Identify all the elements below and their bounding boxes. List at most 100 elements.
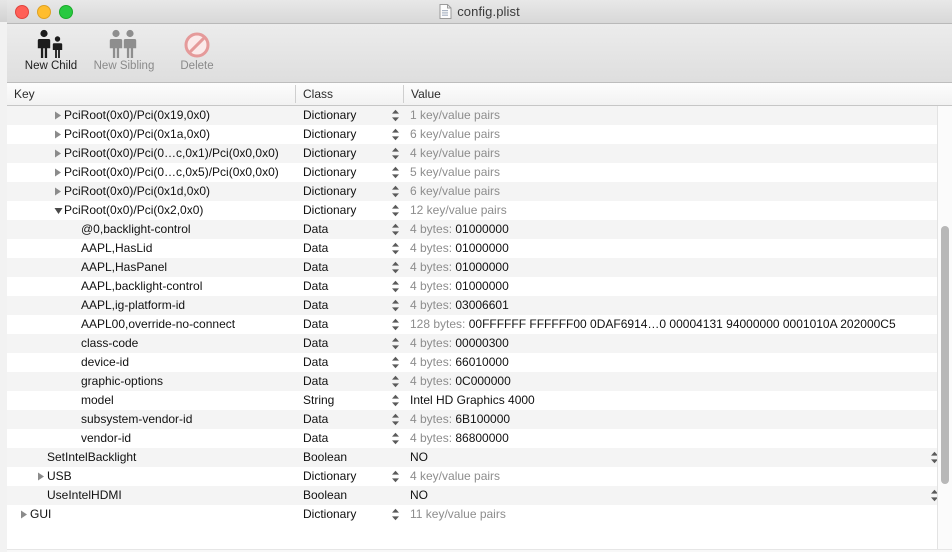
row-key-cell[interactable]: graphic-options: [7, 372, 295, 391]
table-row[interactable]: device-id Data 4 bytes: 66010000: [7, 353, 952, 372]
row-key-cell[interactable]: PciRoot(0x0)/Pci(0…c,0x5)/Pci(0x0,0x0): [7, 163, 295, 182]
table-row[interactable]: PciRoot(0x0)/Pci(0…c,0x5)/Pci(0x0,0x0) Di…: [7, 163, 952, 182]
chevron-right-icon[interactable]: [53, 182, 63, 201]
table-row[interactable]: PciRoot(0x0)/Pci(0…c,0x1)/Pci(0x0,0x0) Di…: [7, 144, 952, 163]
table-row[interactable]: USB Dictionary 4 key/value pairs: [7, 467, 952, 486]
value-stepper[interactable]: [390, 163, 401, 182]
value-stepper[interactable]: [390, 391, 401, 410]
table-row[interactable]: AAPL,HasPanel Data 4 bytes: 01000000: [7, 258, 952, 277]
row-value-cell[interactable]: Intel HD Graphics 4000: [410, 391, 535, 410]
table-row[interactable]: SetIntelBacklight Boolean NO: [7, 448, 952, 467]
value-stepper[interactable]: [390, 258, 401, 277]
chevron-right-icon[interactable]: [53, 125, 63, 144]
row-class-label[interactable]: Data: [303, 315, 328, 334]
row-value-cell[interactable]: 4 bytes: 01000000: [410, 220, 509, 239]
row-key-cell[interactable]: model: [7, 391, 295, 410]
row-key-cell[interactable]: USB: [7, 467, 295, 486]
row-class-label[interactable]: Dictionary: [303, 201, 356, 220]
value-stepper[interactable]: [390, 144, 401, 163]
row-key-cell[interactable]: AAPL,HasPanel: [7, 258, 295, 277]
value-stepper[interactable]: [390, 106, 401, 125]
table-row[interactable]: model String Intel HD Graphics 4000: [7, 391, 952, 410]
row-class-label[interactable]: Dictionary: [303, 505, 356, 524]
row-value-cell[interactable]: 4 bytes: 6B100000: [410, 410, 510, 429]
row-key-cell[interactable]: PciRoot(0x0)/Pci(0x19,0x0): [7, 106, 295, 125]
row-value-cell[interactable]: NO: [410, 448, 428, 467]
value-stepper[interactable]: [390, 125, 401, 144]
row-value-cell[interactable]: 4 key/value pairs: [410, 144, 500, 163]
row-class-label[interactable]: Data: [303, 296, 328, 315]
row-class-label[interactable]: String: [303, 391, 334, 410]
row-key-cell[interactable]: GUI: [7, 505, 295, 524]
row-key-cell[interactable]: PciRoot(0x0)/Pci(0x1a,0x0): [7, 125, 295, 144]
row-key-cell[interactable]: PciRoot(0x0)/Pci(0x2,0x0): [7, 201, 295, 220]
row-key-cell[interactable]: subsystem-vendor-id: [7, 410, 295, 429]
row-value-cell[interactable]: 4 bytes: 00000300: [410, 334, 509, 353]
value-stepper[interactable]: [390, 220, 401, 239]
row-value-cell[interactable]: 4 bytes: 86800000: [410, 429, 509, 448]
row-value-cell[interactable]: 5 key/value pairs: [410, 163, 500, 182]
table-row[interactable]: PciRoot(0x0)/Pci(0x2,0x0) Dictionary 12 ke…: [7, 201, 952, 220]
table-row[interactable]: subsystem-vendor-id Data 4 bytes: 6B100000: [7, 410, 952, 429]
row-key-cell[interactable]: SetIntelBacklight: [7, 448, 295, 467]
row-class-label[interactable]: Boolean: [303, 486, 347, 505]
row-value-cell[interactable]: NO: [410, 486, 428, 505]
row-class-label[interactable]: Dictionary: [303, 144, 356, 163]
row-class-label[interactable]: Data: [303, 353, 328, 372]
value-stepper[interactable]: [390, 429, 401, 448]
row-value-cell[interactable]: 4 bytes: 01000000: [410, 258, 509, 277]
close-button[interactable]: [15, 4, 29, 19]
vertical-scrollbar[interactable]: [937, 106, 952, 549]
table-row[interactable]: vendor-id Data 4 bytes: 86800000: [7, 429, 952, 448]
row-value-cell[interactable]: 6 key/value pairs: [410, 182, 500, 201]
row-value-cell[interactable]: 128 bytes: 00FFFFFF FFFFFF00 0DAF6914…0 …: [410, 315, 896, 334]
row-value-cell[interactable]: 4 bytes: 03006601: [410, 296, 509, 315]
row-class-label[interactable]: Data: [303, 220, 328, 239]
table-row[interactable]: graphic-options Data 4 bytes: 0C000000: [7, 372, 952, 391]
value-stepper[interactable]: [390, 505, 401, 524]
column-header-value[interactable]: Value: [404, 83, 937, 105]
row-class-label[interactable]: Data: [303, 372, 328, 391]
table-row[interactable]: AAPL,ig-platform-id Data 4 bytes: 03006601: [7, 296, 952, 315]
row-value-cell[interactable]: 1 key/value pairs: [410, 106, 500, 125]
row-class-label[interactable]: Data: [303, 410, 328, 429]
table-row[interactable]: AAPL00,override-no-connect Data 128 bytes:…: [7, 315, 952, 334]
table-row[interactable]: PciRoot(0x0)/Pci(0x1d,0x0) Dictionary 6 ke…: [7, 182, 952, 201]
row-key-cell[interactable]: UseIntelHDMI: [7, 486, 295, 505]
value-stepper[interactable]: [390, 201, 401, 220]
chevron-right-icon[interactable]: [36, 467, 46, 486]
row-value-cell[interactable]: 11 key/value pairs: [410, 505, 506, 524]
maximize-button[interactable]: [59, 4, 73, 19]
row-class-label[interactable]: Data: [303, 239, 328, 258]
minimize-button[interactable]: [37, 4, 51, 19]
row-class-label[interactable]: Data: [303, 429, 328, 448]
new-child-button[interactable]: New Child: [17, 27, 85, 72]
row-class-label[interactable]: Boolean: [303, 448, 347, 467]
row-class-label[interactable]: Dictionary: [303, 125, 356, 144]
value-stepper[interactable]: [390, 467, 401, 486]
row-value-cell[interactable]: 4 bytes: 66010000: [410, 353, 509, 372]
table-row[interactable]: GUI Dictionary 11 key/value pairs: [7, 505, 952, 524]
new-sibling-button[interactable]: New Sibling: [85, 27, 163, 72]
row-class-label[interactable]: Data: [303, 277, 328, 296]
row-class-label[interactable]: Dictionary: [303, 182, 356, 201]
row-key-cell[interactable]: AAPL,ig-platform-id: [7, 296, 295, 315]
row-key-cell[interactable]: @0,backlight-control: [7, 220, 295, 239]
row-key-cell[interactable]: class-code: [7, 334, 295, 353]
row-key-cell[interactable]: AAPL00,override-no-connect: [7, 315, 295, 334]
row-key-cell[interactable]: PciRoot(0x0)/Pci(0x1d,0x0): [7, 182, 295, 201]
row-class-label[interactable]: Dictionary: [303, 163, 356, 182]
value-stepper[interactable]: [390, 239, 401, 258]
row-key-cell[interactable]: AAPL,HasLid: [7, 239, 295, 258]
row-value-cell[interactable]: 4 bytes: 01000000: [410, 239, 509, 258]
row-value-cell[interactable]: 4 bytes: 0C000000: [410, 372, 511, 391]
value-stepper[interactable]: [390, 334, 401, 353]
row-class-label[interactable]: Data: [303, 258, 328, 277]
row-value-cell[interactable]: 12 key/value pairs: [410, 201, 507, 220]
table-row[interactable]: PciRoot(0x0)/Pci(0x1a,0x0) Dictionary 6 ke…: [7, 125, 952, 144]
row-value-cell[interactable]: 4 bytes: 01000000: [410, 277, 509, 296]
value-stepper[interactable]: [390, 410, 401, 429]
row-key-cell[interactable]: vendor-id: [7, 429, 295, 448]
row-value-cell[interactable]: 6 key/value pairs: [410, 125, 500, 144]
value-stepper[interactable]: [390, 182, 401, 201]
